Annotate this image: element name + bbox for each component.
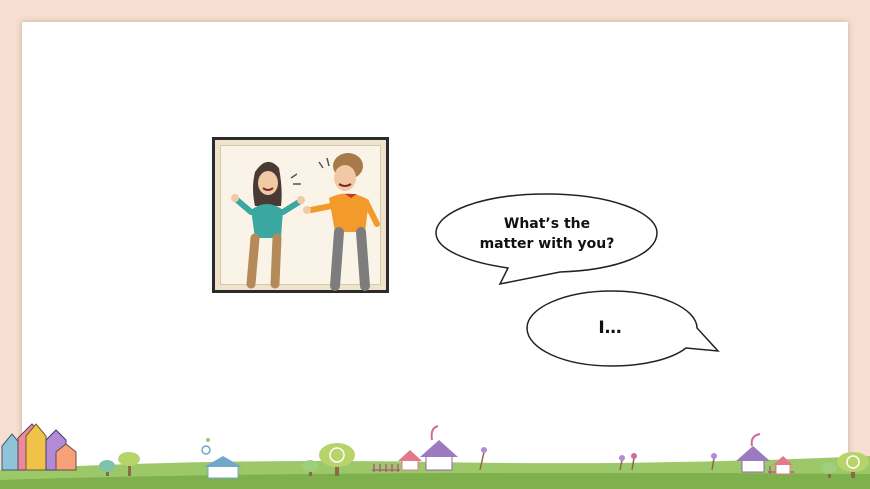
house-icon [398,450,422,471]
swirl-icon [201,438,211,455]
pencils-and-village-border [0,423,870,489]
house-icon [773,456,793,475]
pencils-icon [1,423,77,471]
house-icon [204,456,242,479]
house-icon [420,425,458,471]
